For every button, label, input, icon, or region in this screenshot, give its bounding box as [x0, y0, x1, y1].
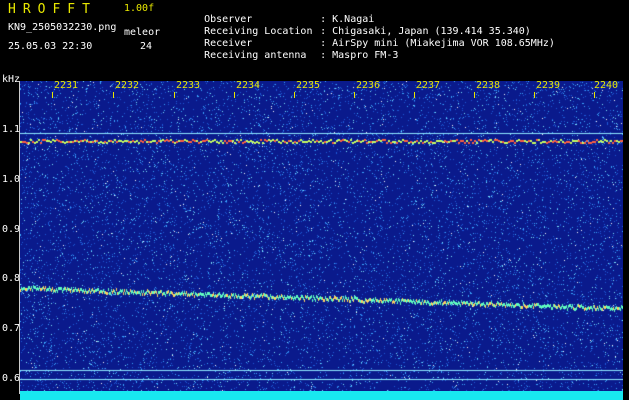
x-tick: 2238: [476, 80, 501, 91]
x-tick-mark: [294, 92, 295, 98]
count-label: 24: [140, 41, 153, 52]
x-tick: 2233: [176, 80, 201, 91]
header-panel: HROFFT 1.00f KN9_2505032230.png meleor 2…: [0, 0, 629, 75]
x-tick-mark: [113, 92, 114, 98]
info-key: Receiving antenna: [204, 50, 307, 61]
x-tick-mark: [414, 92, 415, 98]
x-tick: 2240: [594, 80, 619, 91]
x-tick: 2236: [356, 80, 381, 91]
y-tick: 0.9: [2, 224, 21, 235]
x-tick-mark: [534, 92, 535, 98]
x-tick: 2234: [236, 80, 261, 91]
x-tick-mark: [234, 92, 235, 98]
x-tick: 2237: [416, 80, 441, 91]
x-tick: 2232: [115, 80, 140, 91]
x-tick-mark: [354, 92, 355, 98]
datetime-label: 25.05.03 22:30: [8, 41, 93, 52]
info-value: : Maspro FM-3: [320, 50, 399, 61]
x-tick-mark: [174, 92, 175, 98]
y-tick: 0.7: [2, 323, 21, 334]
y-tick: 0.6: [2, 373, 21, 384]
y-tick: 1.1: [2, 124, 21, 135]
x-tick-mark: [474, 92, 475, 98]
bottom-band: [20, 391, 623, 400]
y-axis-unit: kHz: [2, 74, 21, 85]
spectrogram: [20, 81, 623, 394]
y-tick: 0.8: [2, 273, 21, 284]
x-tick: 2239: [536, 80, 561, 91]
x-tick: 2231: [54, 80, 79, 91]
x-tick-mark: [594, 92, 595, 98]
app-version: 1.00f: [124, 3, 155, 14]
y-tick: 1.0: [2, 174, 21, 185]
x-tick-mark: [52, 92, 53, 98]
file-name: KN9_2505032230.png: [8, 22, 117, 33]
app-brand: HROFFT: [8, 2, 97, 17]
info-antenna: Receiving antenna : Maspro FM-3: [180, 39, 398, 72]
x-tick: 2235: [296, 80, 321, 91]
spectrogram-canvas: [20, 81, 623, 394]
mode-label: meleor: [124, 27, 161, 38]
